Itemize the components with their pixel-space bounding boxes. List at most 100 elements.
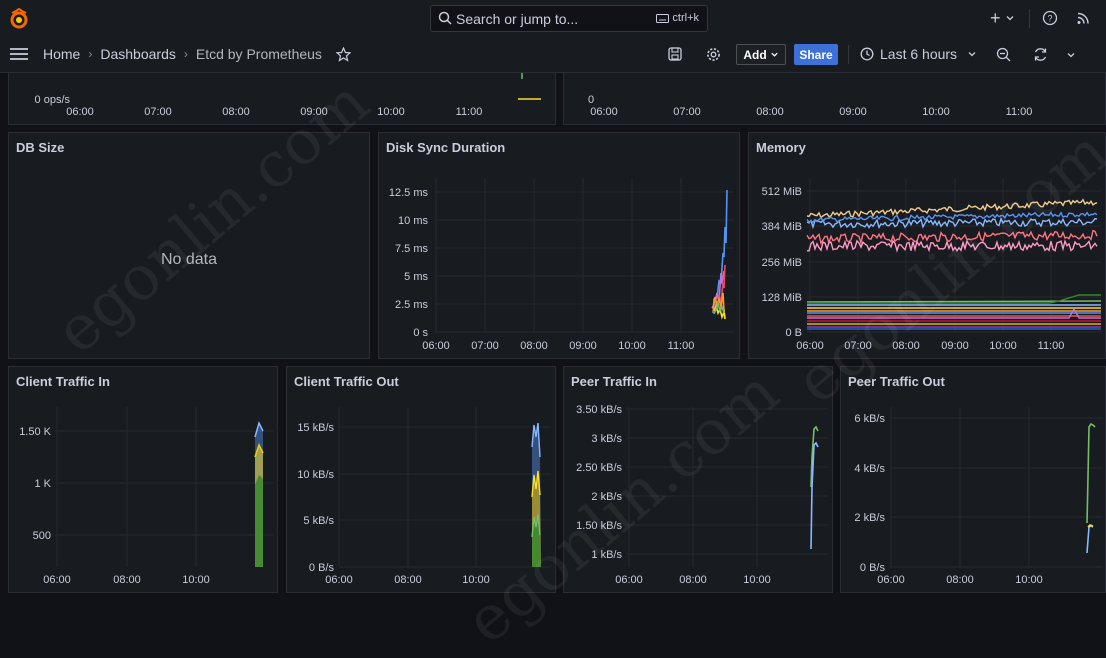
series-group [806, 198, 1102, 330]
x-tick-label: 09:00 [941, 340, 969, 352]
x-tick-label: 08:00 [222, 106, 250, 118]
clock-icon [860, 47, 874, 61]
top-bar: Search or jump to... ctrl+k + ? [0, 0, 1106, 38]
svg-text:?: ? [1047, 14, 1052, 24]
top-partial-panel-left: 0 ops/s 06:00 07:00 08:00 09:00 10:00 11… [8, 72, 556, 125]
series-line [807, 239, 1098, 253]
share-button[interactable]: Share [794, 44, 838, 65]
y-tick-label: 512 MiB [762, 186, 802, 198]
chevron-down-icon [968, 52, 976, 57]
y-tick-label: 2.50 kB/s [576, 462, 622, 474]
y-tick-label: 5 kB/s [303, 515, 334, 527]
grid [889, 407, 1103, 568]
chevron-right-icon: › [88, 47, 93, 61]
refresh-icon[interactable] [1033, 47, 1048, 62]
panel-peer-traffic-out[interactable]: Peer Traffic Out 6 kB/s 4 kB/s 2 kB/s 0 … [840, 366, 1106, 593]
x-axis: 06:00 07:00 08:00 09:00 10:00 11:00 [590, 106, 1032, 118]
x-tick-label: 06:00 [615, 574, 643, 586]
x-axis: 06:00 08:00 10:00 [877, 574, 1043, 586]
settings-gear-icon[interactable] [706, 47, 721, 62]
x-tick-label: 06:00 [43, 574, 71, 586]
zoom-out-icon[interactable] [996, 47, 1011, 62]
search-input[interactable]: Search or jump to... ctrl+k [430, 5, 708, 32]
save-icon[interactable] [668, 47, 682, 61]
breadcrumb-home[interactable]: Home [43, 46, 80, 62]
x-tick-label: 11:00 [456, 106, 483, 118]
new-menu-button[interactable]: + [990, 7, 1015, 28]
client-out-chart: 15 kB/s 10 kB/s 5 kB/s 0 B/s 06:00 08:00… [297, 407, 551, 586]
x-tick-label: 08:00 [946, 574, 974, 586]
x-tick-label: 07:00 [673, 106, 701, 118]
time-range-picker[interactable]: Last 6 hours [860, 46, 977, 62]
y-tick-label: 2.5 ms [395, 299, 429, 311]
x-tick-label: 10:00 [1015, 574, 1043, 586]
grafana-logo-icon[interactable] [8, 8, 30, 30]
top-right-chart: 0 06:00 07:00 08:00 09:00 10:00 11:00 [588, 94, 1032, 118]
top-left-chart: 0 ops/s 06:00 07:00 08:00 09:00 10:00 11… [35, 73, 541, 118]
x-tick-label: 06:00 [796, 340, 824, 352]
x-tick-label: 09:00 [569, 340, 597, 352]
help-icon[interactable]: ? [1042, 9, 1058, 27]
panel-peer-traffic-in[interactable]: Peer Traffic In 3.50 kB/s 3 kB/s 2.50 kB… [563, 366, 833, 593]
y-tick-label: 4 kB/s [854, 463, 885, 475]
panel-disk-sync-duration[interactable]: Disk Sync Duration 12.5 ms 10 ms 7.5 ms … [378, 132, 740, 359]
panel-client-traffic-out[interactable]: Client Traffic Out 15 kB/s 10 kB/s 5 kB/… [286, 366, 556, 593]
rss-icon[interactable] [1076, 9, 1091, 27]
series-line [1086, 525, 1094, 554]
toolbar-divider [848, 45, 849, 64]
x-tick-label: 07:00 [471, 340, 499, 352]
grid [807, 178, 1101, 333]
series-line [1086, 422, 1096, 524]
grid [55, 407, 273, 567]
x-tick-label: 08:00 [892, 340, 920, 352]
panel-title[interactable]: DB Size [16, 140, 64, 155]
series-group [531, 422, 541, 567]
y-tick-label: 0 [588, 94, 594, 106]
grid [626, 407, 828, 567]
y-tick-label: 1 K [34, 478, 51, 490]
y-tick-label: 384 MiB [762, 221, 802, 233]
x-tick-label: 10:00 [743, 574, 771, 586]
x-tick-label: 10:00 [182, 574, 210, 586]
breadcrumb-dashboards[interactable]: Dashboards [100, 46, 176, 62]
x-tick-label: 11:00 [1006, 106, 1033, 118]
x-tick-label: 07:00 [144, 106, 172, 118]
x-tick-label: 08:00 [520, 340, 548, 352]
x-axis: 06:00 07:00 08:00 09:00 10:00 11:00 [66, 106, 482, 118]
search-icon [438, 11, 452, 25]
x-tick-label: 11:00 [1038, 340, 1065, 352]
add-button[interactable]: Add [736, 44, 786, 65]
dashboard-nav-bar: Home › Dashboards › Etcd by Prometheus A… [0, 37, 1106, 73]
y-tick-label: 10 kB/s [297, 469, 334, 481]
x-tick-label: 06:00 [325, 574, 353, 586]
x-tick-label: 10:00 [989, 340, 1017, 352]
panel-client-traffic-in[interactable]: Client Traffic In 1.50 K 1 K 500 06:00 0… [8, 366, 278, 593]
series-line [806, 229, 1098, 246]
refresh-interval-chevron-icon[interactable] [1066, 50, 1076, 60]
y-tick-label: 128 MiB [762, 292, 802, 304]
x-tick-label: 10:00 [922, 106, 950, 118]
x-axis: 06:00 08:00 10:00 [43, 574, 210, 586]
series-area [255, 475, 263, 567]
chevron-down-icon [1006, 16, 1013, 21]
y-tick-label: 12.5 ms [389, 187, 429, 199]
x-tick-label: 06:00 [66, 106, 94, 118]
search-shortcut: ctrl+k [656, 12, 699, 24]
breadcrumb-current: Etcd by Prometheus [195, 46, 322, 62]
star-icon[interactable] [335, 46, 351, 62]
y-tick-label: 0 ops/s [35, 94, 71, 106]
panel-memory[interactable]: Memory 512 MiB 384 MiB 256 MiB 128 MiB 0… [748, 132, 1106, 359]
client-in-chart: 1.50 K 1 K 500 06:00 08:00 10:00 [19, 407, 273, 586]
plus-icon: + [990, 7, 1001, 28]
x-tick-label: 08:00 [756, 106, 784, 118]
menu-icon[interactable] [10, 47, 28, 61]
y-axis: 6 kB/s 4 kB/s 2 kB/s 0 B/s [854, 413, 885, 574]
y-tick-label: 256 MiB [762, 257, 802, 269]
y-axis: 12.5 ms 10 ms 7.5 ms 5 ms 2.5 ms 0 s [389, 187, 429, 339]
x-axis: 06:00 07:00 08:00 09:00 10:00 11:00 [796, 340, 1064, 352]
y-tick-label: 5 ms [404, 271, 428, 283]
panel-db-size[interactable]: DB Size No data [8, 132, 370, 359]
disk-sync-chart: 12.5 ms 10 ms 7.5 ms 5 ms 2.5 ms 0 s 06:… [389, 178, 734, 352]
y-tick-label: 2 kB/s [591, 491, 622, 503]
y-tick-label: 1 kB/s [591, 549, 622, 561]
